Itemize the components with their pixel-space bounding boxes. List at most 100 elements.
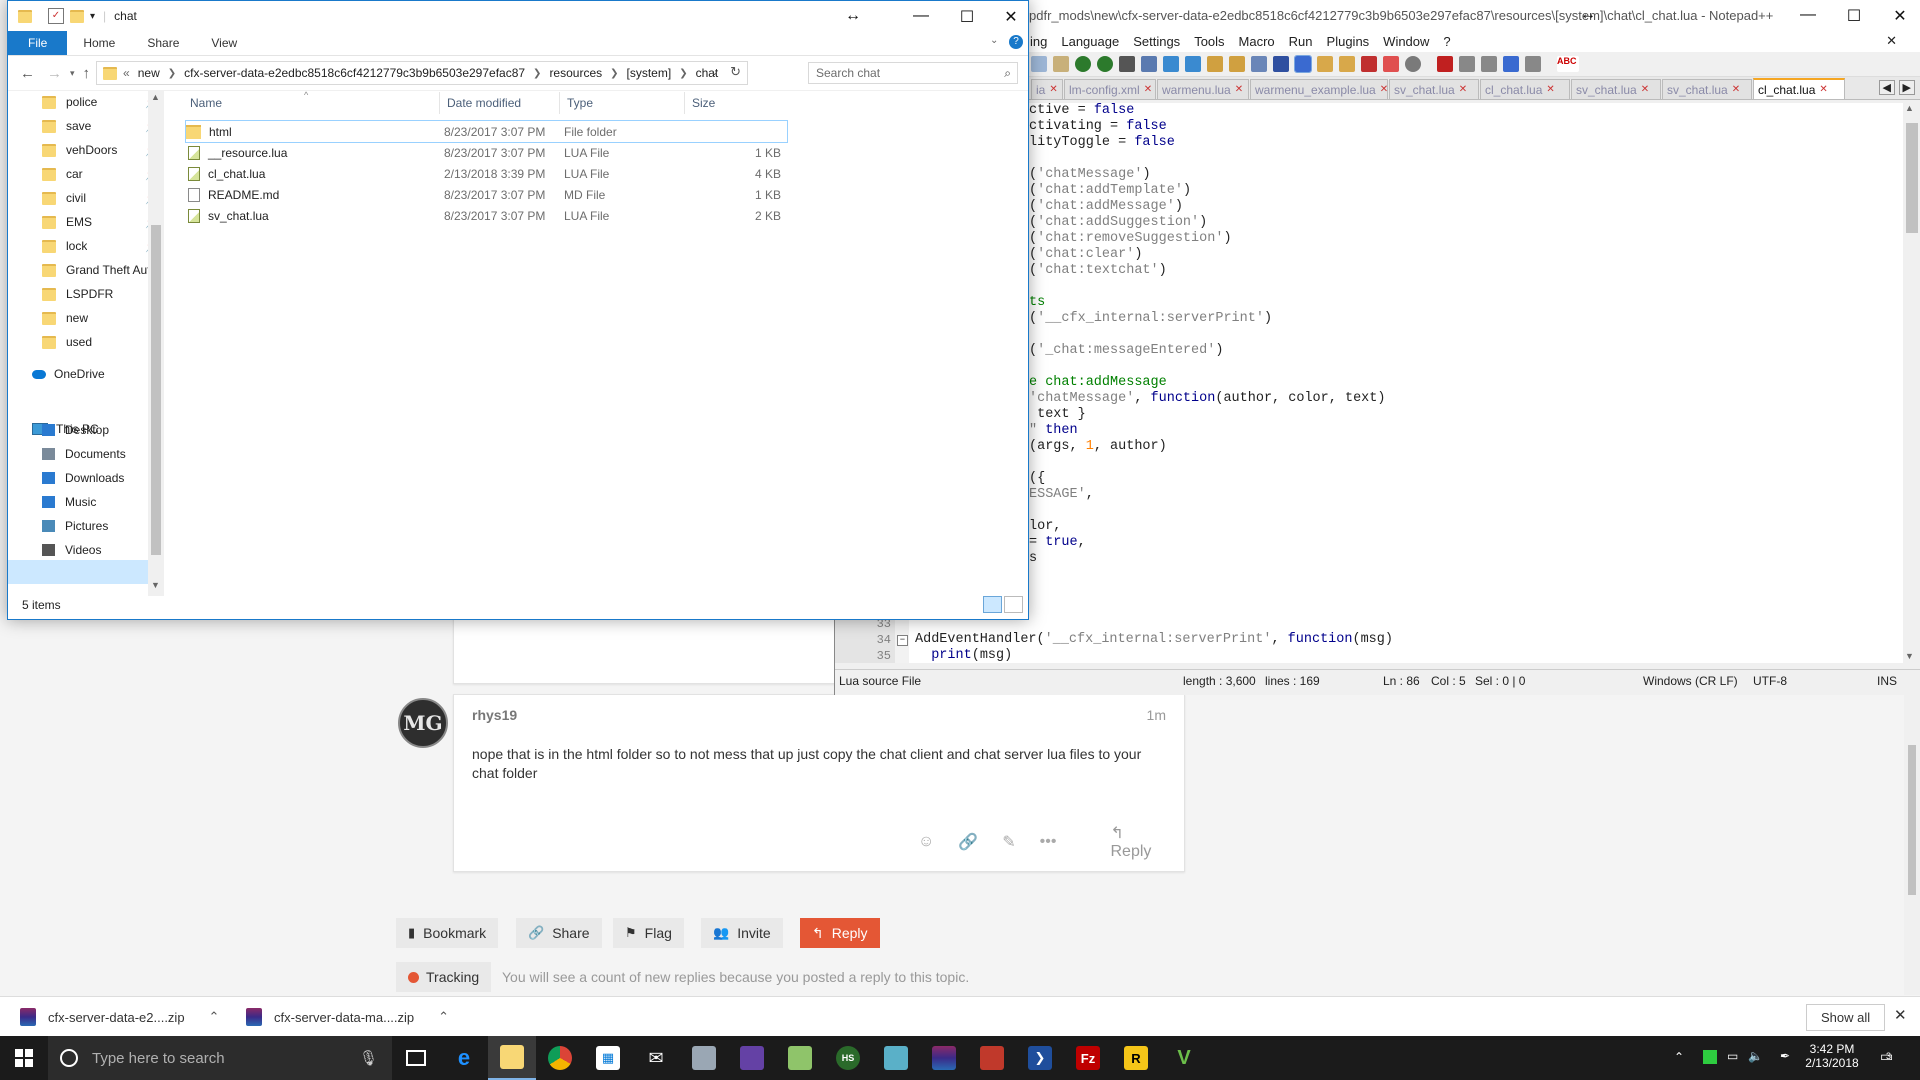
tab-document[interactable]: ia ✕ [1031,79,1063,99]
scroll-down-arrow-icon[interactable]: ▼ [1905,651,1914,661]
taskbar-twitch[interactable] [728,1036,776,1080]
chevron-right-icon[interactable]: ❯ [533,68,541,79]
tab-share[interactable]: Share [131,31,195,55]
udl-icon[interactable] [1317,56,1333,72]
tab-document[interactable]: sv_chat.lua ✕ [1662,79,1752,99]
tab-document[interactable]: lm-config.xml ✕ [1064,79,1156,99]
folder-workspace-icon[interactable] [1383,56,1399,72]
column-divider[interactable] [439,92,440,114]
taskbar-notepadpp[interactable] [776,1036,824,1080]
column-divider[interactable] [684,92,685,114]
quick-access-item[interactable]: car📌 [42,162,159,186]
tab-document[interactable]: warmenu_example.lua ✕ [1250,79,1388,99]
post-username[interactable]: rhys19 [472,707,517,723]
action-center-button[interactable]: ▭ 3 [1880,1048,1893,1065]
new-folder-icon[interactable] [70,9,84,23]
search-input[interactable]: Search chat ⌕ [808,62,1018,84]
address-bar[interactable]: « new ❯ cfx-server-data-e2edbc8518c6cf421… [96,61,749,85]
tab-home[interactable]: Home [67,31,131,55]
file-row[interactable]: README.md 8/23/2017 3:07 PM MD File 1 KB [186,184,787,205]
show-all-chars-icon[interactable] [1273,56,1289,72]
taskbar-rockstar[interactable]: R [1112,1036,1160,1080]
quick-access-item[interactable]: EMS📌 [42,210,159,234]
taskbar-filezilla[interactable]: Fz [1064,1036,1112,1080]
record-macro-icon[interactable] [1437,56,1453,72]
word-wrap-icon[interactable] [1251,56,1267,72]
scroll-up-arrow-icon[interactable]: ▲ [151,92,160,102]
large-icons-view-icon[interactable] [1004,596,1023,613]
function-list-icon[interactable] [1361,56,1377,72]
tab-close-icon[interactable]: ✕ [1732,84,1740,95]
minimize-button[interactable]: — [898,7,944,25]
redo-icon[interactable] [1097,56,1113,72]
zoom-out-icon[interactable] [1185,56,1201,72]
tray-overflow-icon[interactable]: ⌃ [1674,1050,1684,1064]
taskbar-search-input[interactable]: Type here to search 🎙 [48,1036,392,1080]
tab-document[interactable]: cl_chat.lua ✕ [1480,79,1570,99]
this-pc-item[interactable]: Music [42,490,157,514]
column-divider[interactable] [559,92,560,114]
indent-guide-icon[interactable] [1294,55,1312,73]
download-item[interactable]: cfx-server-data-e2....zip ⌃ [0,997,219,1037]
chevron-up-icon[interactable]: ⌃ [438,1009,449,1025]
find-icon[interactable] [1119,56,1135,72]
task-view-button[interactable] [392,1036,440,1080]
quick-access-item[interactable]: police📌 [42,90,159,114]
tab-document[interactable]: sv_chat.lua ✕ [1389,79,1479,99]
sync-vertical-icon[interactable] [1207,56,1223,72]
this-pc-item[interactable]: Downloads [42,466,157,490]
paste-icon[interactable] [1053,56,1069,72]
tab-close-icon[interactable]: ✕ [1819,84,1827,95]
up-arrow-icon[interactable]: ↑ [83,65,91,82]
this-pc-item[interactable]: Pictures [42,514,157,538]
show-all-button[interactable]: Show all [1806,1004,1886,1031]
undo-icon[interactable] [1075,56,1091,72]
file-row[interactable]: sv_chat.lua 8/23/2017 3:07 PM LUA File 2 KB [186,205,787,226]
column-type[interactable]: Type [567,90,593,116]
avatar[interactable]: MG [398,698,448,748]
taskbar-app[interactable]: V [1160,1036,1208,1080]
tab-close-icon[interactable]: ✕ [1546,84,1554,95]
microphone-icon[interactable]: 🎙 [359,1049,378,1067]
monitoring-icon[interactable] [1405,56,1421,72]
menu-help[interactable]: ? [1443,34,1450,49]
invite-button[interactable]: 👥 Invite [701,918,783,948]
tab-view[interactable]: View [195,31,253,55]
save-macro-icon[interactable] [1525,56,1541,72]
clock[interactable]: 3:42 PM 2/13/2018 [1803,1042,1861,1070]
tray-app-icon[interactable] [1703,1050,1717,1064]
page-scrollbar[interactable] [1904,695,1920,995]
tab-active-document[interactable]: cl_chat.lua ✕ [1753,78,1845,99]
taskbar-app[interactable] [680,1036,728,1080]
scroll-up-arrow-icon[interactable]: ▲ [1905,103,1914,113]
emoji-icon[interactable]: ☺ [918,833,934,851]
taskbar-edge[interactable]: e [440,1036,488,1080]
tab-close-icon[interactable]: ✕ [1641,84,1649,95]
taskbar-store[interactable]: ▦ [584,1036,632,1080]
menu-item[interactable]: ing [1030,34,1047,49]
chevron-right-icon[interactable]: ❯ [679,68,687,79]
page-scrollbar-thumb[interactable] [1908,745,1916,895]
bookmark-button[interactable]: ▮ Bookmark [396,918,499,948]
tab-scroll-left-button[interactable]: ◀ [1878,80,1895,95]
menu-settings[interactable]: Settings [1133,34,1180,49]
tab-close-icon[interactable]: ✕ [1235,84,1243,95]
sync-horizontal-icon[interactable] [1229,56,1245,72]
recent-locations-icon[interactable]: ▾ [70,68,75,79]
tab-close-icon[interactable]: ✕ [1144,84,1152,95]
forward-arrow-icon[interactable]: → [47,65,62,82]
tab-close-icon[interactable]: ✕ [1049,84,1057,95]
maximize-button[interactable]: ☐ [1831,6,1877,26]
play-macro-icon[interactable] [1481,56,1497,72]
tab-close-icon[interactable]: ✕ [1459,84,1467,95]
copy-icon[interactable] [1031,56,1047,72]
pen-icon[interactable]: ✒ [1780,1049,1790,1063]
menu-macro[interactable]: Macro [1239,34,1275,49]
column-size[interactable]: Size [692,90,715,116]
quick-access-item[interactable]: new [42,306,157,330]
tab-close-icon[interactable]: ✕ [1380,84,1387,95]
quick-access-item[interactable]: LSPDFR [42,282,157,306]
fold-toggle-icon[interactable]: − [897,635,908,646]
tab-scroll-right-button[interactable]: ▶ [1898,80,1915,95]
close-icon[interactable]: ✕ [1894,1006,1907,1024]
